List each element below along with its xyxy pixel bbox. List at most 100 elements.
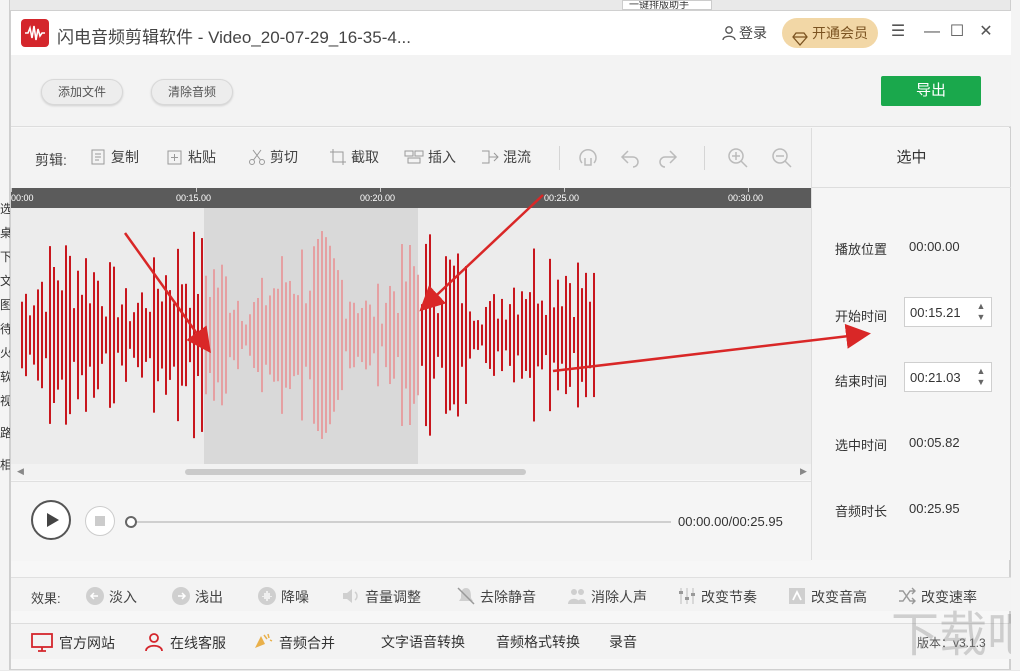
reset-icon[interactable] — [577, 147, 599, 172]
change-pitch-button[interactable]: 改变音高 — [787, 586, 867, 609]
waveform-bar — [265, 305, 267, 365]
scroll-right-icon[interactable]: ▶ — [800, 466, 807, 477]
waveform-bar — [313, 246, 315, 424]
timeline-ruler[interactable]: 00:00 00:15.00 00:20.00 00:25.00 00:30.0… — [11, 188, 811, 208]
online-service-link[interactable]: 在线客服 — [144, 632, 226, 655]
insert-button[interactable]: 插入 — [404, 147, 456, 169]
window-title: 闪电音频剪辑软件 - Video_20-07-29_16-35-4... — [57, 28, 412, 47]
fade-out-label: 浅出 — [195, 589, 223, 605]
waveform-bar — [189, 307, 191, 363]
end-time-value[interactable]: 00:21.03 — [910, 370, 961, 385]
volume-adjust-button[interactable]: 音量调整 — [341, 586, 421, 609]
ruler-tick-label: 00:00 — [11, 193, 34, 203]
waveform-bar — [473, 320, 475, 350]
decrement-icon[interactable]: ▼ — [975, 312, 987, 323]
waveform-bar — [57, 280, 59, 390]
waveform-bar — [517, 314, 519, 356]
waveform-bar — [337, 270, 339, 400]
maximize-icon[interactable]: ☐ — [948, 23, 966, 41]
waveform-area[interactable] — [11, 208, 811, 464]
selected-duration-value: 00:05.82 — [909, 435, 960, 450]
start-time-value[interactable]: 00:15.21 — [910, 305, 961, 320]
online-service-label: 在线客服 — [170, 635, 226, 651]
fade-in-button[interactable]: 淡入 — [85, 586, 137, 609]
denoise-button[interactable]: 降噪 — [257, 586, 309, 609]
paste-button[interactable]: 粘贴 — [166, 147, 216, 169]
zoom-in-icon[interactable] — [727, 147, 749, 172]
minimize-icon[interactable]: — — [923, 23, 941, 41]
waveform-bar — [521, 291, 523, 379]
export-button[interactable]: 导出 — [881, 76, 981, 106]
vip-button[interactable]: 开通会员 — [782, 18, 878, 48]
play-button[interactable] — [31, 500, 71, 540]
remove-vocals-button[interactable]: 消除人声 — [567, 586, 647, 609]
mix-label: 混流 — [503, 149, 531, 165]
waveform-bar — [277, 288, 279, 382]
waveform-bar — [509, 304, 511, 366]
background-desktop-right — [1010, 0, 1020, 670]
waveform-bar — [373, 316, 375, 354]
end-time-stepper[interactable]: 00:21.03 ▲ ▼ — [904, 362, 992, 392]
copy-button[interactable]: 复制 — [89, 147, 139, 169]
audio-merge-link[interactable]: 音频合并 — [251, 632, 335, 655]
cut-button[interactable]: 剪切 — [248, 147, 298, 169]
ruler-tick-label: 00:30.00 — [728, 193, 764, 203]
zoom-out-icon[interactable] — [771, 147, 793, 172]
waveform-bar — [157, 288, 159, 382]
waveform-bar — [269, 295, 271, 375]
clear-audio-button[interactable]: 清除音频 — [151, 79, 234, 105]
waveform[interactable] — [11, 208, 811, 464]
waveform-bar — [565, 275, 567, 395]
waveform-bar — [77, 270, 79, 400]
menu-icon[interactable]: ☰ — [889, 23, 907, 41]
waveform-bar — [41, 281, 43, 389]
watermark-logo: 下载吧 — [891, 607, 1011, 663]
waveform-bar — [457, 253, 459, 417]
redo-icon[interactable] — [657, 147, 679, 172]
waveform-bar — [49, 246, 51, 424]
ruler-tick-label: 00:25.00 — [544, 193, 580, 203]
title-bar[interactable]: 闪电音频剪辑软件 - Video_20-07-29_16-35-4... 登录 … — [11, 11, 1011, 55]
add-file-button[interactable]: 添加文件 — [41, 79, 124, 105]
waveform-bar — [93, 272, 95, 398]
start-time-stepper[interactable]: 00:15.21 ▲ ▼ — [904, 297, 992, 327]
scrollbar-thumb[interactable] — [185, 469, 526, 475]
horizontal-scrollbar[interactable]: ◀ ▶ — [11, 464, 811, 480]
increment-icon[interactable]: ▲ — [975, 301, 987, 312]
waveform-bar — [21, 301, 23, 369]
waveform-bar — [225, 276, 227, 394]
remove-silence-button[interactable]: 去除静音 — [456, 586, 536, 609]
audio-convert-link[interactable]: 音频格式转换 — [496, 632, 580, 652]
fade-in-label: 淡入 — [109, 589, 137, 605]
trim-button[interactable]: 截取 — [329, 147, 379, 169]
increment-icon[interactable]: ▲ — [975, 366, 987, 377]
waveform-bar — [469, 311, 471, 359]
stop-button[interactable] — [85, 506, 115, 536]
waveform-bar — [481, 324, 483, 346]
mute-icon — [456, 586, 476, 609]
progress-knob[interactable] — [125, 516, 137, 528]
playback-progress[interactable] — [131, 521, 671, 523]
scroll-left-icon[interactable]: ◀ — [17, 466, 24, 477]
official-site-link[interactable]: 官方网站 — [31, 632, 115, 655]
mix-button[interactable]: 混流 — [481, 147, 531, 169]
toolbar-divider — [559, 146, 560, 170]
text-to-speech-link[interactable]: 文字语音转换 — [381, 632, 465, 652]
file-toolbar: 添加文件 清除音频 导出 — [11, 55, 1011, 127]
waveform-bar — [329, 245, 331, 425]
waveform-bar — [529, 292, 531, 378]
waveform-bar — [397, 312, 399, 358]
fade-in-icon — [85, 586, 105, 609]
ruler-tick — [564, 188, 565, 192]
waveform-bar — [153, 257, 155, 413]
fade-out-button[interactable]: 浅出 — [171, 586, 223, 609]
record-link[interactable]: 录音 — [609, 632, 637, 652]
edit-label: 剪辑: — [35, 152, 67, 168]
decrement-icon[interactable]: ▼ — [975, 377, 987, 388]
close-icon[interactable]: ✕ — [977, 23, 995, 41]
undo-icon[interactable] — [619, 147, 641, 172]
waveform-bar — [29, 315, 31, 355]
login-button[interactable]: 登录 — [721, 23, 767, 44]
waveform-bar — [245, 324, 247, 346]
change-tempo-button[interactable]: 改变节奏 — [677, 586, 757, 609]
